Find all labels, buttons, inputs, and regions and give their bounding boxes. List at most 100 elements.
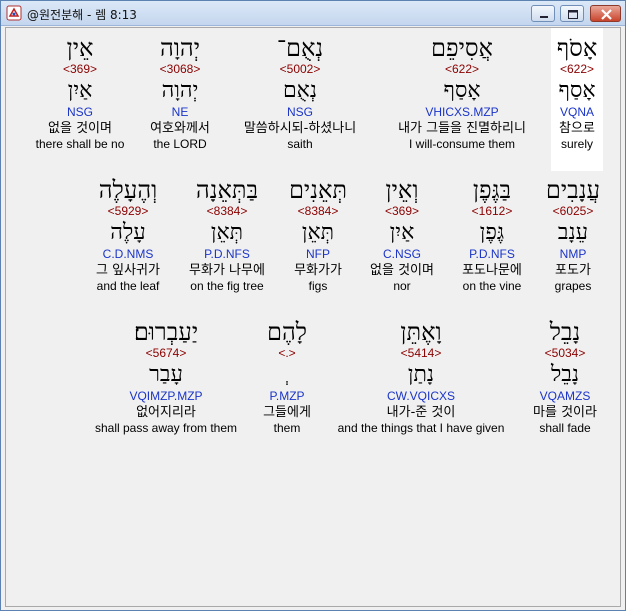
english-gloss: shall fade <box>539 421 591 435</box>
english-gloss: on the fig tree <box>190 279 264 293</box>
word-block[interactable]: לָהֶם <.> ְ P.MZP 그들에게 them <box>263 318 311 436</box>
close-icon <box>601 9 612 20</box>
hebrew-word: תְּאֵנִים <box>288 176 348 204</box>
english-gloss: them <box>273 421 301 435</box>
korean-gloss: 내가-준 것이 <box>386 405 456 420</box>
hebrew-word: נְאֻם־ <box>276 34 324 62</box>
korean-gloss: 없을 것이며 <box>48 121 112 136</box>
korean-gloss: 무화가가 <box>294 263 342 278</box>
strong-number: <8384> <box>206 204 248 218</box>
korean-gloss: 내가 그들을 진멸하리니 <box>398 121 526 136</box>
title-bar[interactable]: @원전분해 - 렘 8:13 <box>1 1 625 26</box>
app-window: @원전분해 - 렘 8:13 אָסֹף <622> אָסַף VQNA 참으… <box>0 0 626 611</box>
english-gloss: shall pass away from them <box>94 421 238 435</box>
word-block[interactable]: אֵין <369> אַיִן NSG 없을 것이며 there shall … <box>36 34 125 152</box>
lexical-form: נְאֻם <box>282 78 318 103</box>
english-gloss: figs <box>308 279 328 293</box>
strong-number: <8384> <box>297 204 339 218</box>
strong-number: <.> <box>278 346 296 360</box>
parsing-code: P.D.NFS <box>469 247 515 261</box>
english-gloss: I will-consume them <box>408 137 516 151</box>
parsing-code: NMP <box>559 247 587 261</box>
hebrew-word: נָבֵל <box>549 318 581 346</box>
parsing-code: C.NSG <box>382 247 421 261</box>
strong-number: <5414> <box>400 346 442 360</box>
word-block[interactable]: בַּגֶּפֶן <1612> גֶּפֶן P.D.NFS 포도나문에 on… <box>462 176 522 294</box>
english-gloss: and the things that I have given <box>337 421 505 435</box>
hebrew-word: אָסֹף <box>556 34 598 62</box>
english-gloss: and the leaf <box>96 279 160 293</box>
lexical-form: עָבַר <box>149 362 183 387</box>
strong-number: <369> <box>384 204 420 218</box>
korean-gloss: 참으로 <box>559 121 595 136</box>
parsing-code: NSG <box>66 105 94 119</box>
app-icon <box>6 5 22 21</box>
korean-gloss: 그들에게 <box>263 405 311 420</box>
word-block[interactable]: אֲסִיפֵם <622> אָסַף VHICXS.MZP 내가 그들을 진… <box>398 34 526 152</box>
word-block[interactable]: בַּתְּאֵנָה <8384> תְּאֵן P.D.NFS 무화가 나무… <box>189 176 265 294</box>
word-block[interactable]: תְּאֵנִים <8384> תְּאֵן NFP 무화가가 figs <box>289 176 347 294</box>
korean-gloss: 여호와께서 <box>150 121 210 136</box>
english-gloss: grapes <box>554 279 592 293</box>
word-block[interactable]: עֲנָבִים <6025> עֵנָב NMP 포도가 grapes <box>546 176 600 294</box>
korean-gloss: 없을 것이며 <box>370 263 434 278</box>
hebrew-word: וְהֶעָלֶה <box>98 176 158 204</box>
english-gloss: saith <box>287 137 313 151</box>
english-gloss: nor <box>393 279 411 293</box>
lexical-form: אָסַף <box>558 78 596 103</box>
hebrew-word: וְאֵין <box>385 176 419 204</box>
parsing-code: P.D.NFS <box>204 247 250 261</box>
strong-number: <5674> <box>145 346 187 360</box>
word-block[interactable]: יַעַבְרוּם׃ <5674> עָבַר VQIMZP.MZP 없어지리… <box>95 318 237 436</box>
lexical-form: עֵנָב <box>557 220 589 245</box>
strong-number: <5929> <box>107 204 149 218</box>
hebrew-word: יַעַבְרוּם׃ <box>133 318 199 346</box>
lexical-form: תְּאֵן <box>301 220 335 245</box>
english-gloss: surely <box>560 137 593 151</box>
parsing-code: NFP <box>306 247 330 261</box>
word-block[interactable]: וְאֵין <369> אַיִן C.NSG 없을 것이며 nor <box>370 176 434 294</box>
korean-gloss: 그 잎사귀가 <box>96 263 160 278</box>
interlinear-panel[interactable]: אָסֹף <622> אָסַף VQNA 참으로 surely אֲסִיפ… <box>5 27 621 607</box>
korean-gloss: 마를 것이라 <box>533 405 597 420</box>
lexical-form: גֶּפֶן <box>479 220 505 245</box>
hebrew-word: יְהוָה <box>159 34 201 62</box>
word-block[interactable]: נְאֻם־ <5002> נְאֻם NSG 말씀하시되-하셨나니 saith <box>244 34 356 152</box>
korean-gloss: 말씀하시되-하셨나니 <box>243 121 357 136</box>
minimize-button[interactable] <box>531 5 555 22</box>
hebrew-word: אֵין <box>66 34 94 62</box>
lexical-form: ְ <box>263 361 311 389</box>
korean-gloss: 포도나문에 <box>462 263 522 278</box>
korean-gloss: 포도가 <box>555 263 591 278</box>
restore-icon <box>568 10 578 19</box>
minimize-icon <box>540 16 548 18</box>
word-block[interactable]: וָאֶתֵּן <5414> נָתַן CW.VQICXS 내가-준 것이 … <box>338 318 505 436</box>
hebrew-word: אֲסִיפֵם <box>431 34 493 62</box>
parsing-code: VQIMZP.MZP <box>129 389 203 403</box>
word-block[interactable]: נָבֵל <5034> נָבֵל VQAMZS 마를 것이라 shall f… <box>533 318 597 436</box>
parsing-code: C.D.NMS <box>102 247 154 261</box>
lexical-form: תְּאֵן <box>210 220 244 245</box>
maximize-button[interactable] <box>560 5 584 22</box>
strong-number: <3068> <box>159 62 201 76</box>
parsing-code: VQNA <box>559 105 594 119</box>
strong-number: <1612> <box>471 204 513 218</box>
lexical-form: עָלֶה <box>110 220 146 245</box>
lexical-form: אַיִן <box>389 220 415 245</box>
word-block[interactable]: וְהֶעָלֶה <5929> עָלֶה C.D.NMS 그 잎사귀가 an… <box>96 176 160 294</box>
word-block[interactable]: יְהוָה <3068> יְהוָה NE 여호와께서 the LORD <box>150 34 210 152</box>
english-gloss: on the vine <box>462 279 522 293</box>
hebrew-word: בַּגֶּפֶן <box>472 176 512 204</box>
parsing-code: NE <box>171 105 189 119</box>
word-block[interactable]: אָסֹף <622> אָסַף VQNA 참으로 surely <box>557 34 598 152</box>
strong-number: <5002> <box>279 62 321 76</box>
parsing-code: VQAMZS <box>539 389 591 403</box>
parsing-code: P.MZP <box>269 389 305 403</box>
lexical-form: אַיִן <box>67 78 93 103</box>
strong-number: <622> <box>444 62 480 76</box>
parsing-code: VHICXS.MZP <box>425 105 499 119</box>
hebrew-word: וָאֶתֵּן <box>400 318 442 346</box>
lexical-form: אָסַף <box>443 78 481 103</box>
parsing-code: CW.VQICXS <box>386 389 456 403</box>
close-button[interactable] <box>590 5 621 22</box>
